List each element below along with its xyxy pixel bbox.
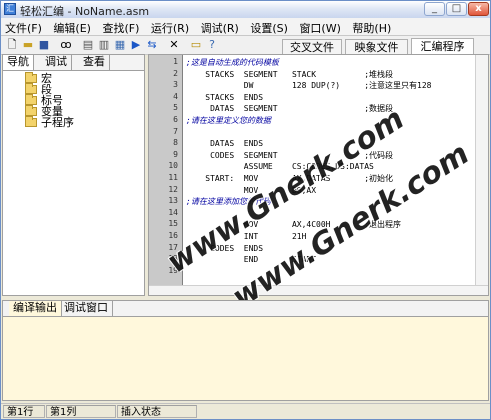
tab-view[interactable]: 查看 bbox=[79, 55, 110, 70]
code-line: DW 128 DUP(?) ;注意这里只有128 bbox=[186, 81, 432, 91]
line-number: 6 bbox=[173, 115, 178, 124]
window-title: 轻松汇编 - NoName.asm bbox=[20, 5, 150, 18]
copy-icon[interactable]: ▥ bbox=[97, 38, 111, 52]
folder-icon bbox=[25, 72, 37, 83]
line-number: 3 bbox=[173, 80, 178, 90]
symbol-tree: 宏 段 标号 变量 子程序 bbox=[25, 72, 74, 128]
line-number: 12 bbox=[168, 184, 178, 194]
binoculars-icon[interactable]: ꝏ bbox=[59, 38, 73, 52]
tab-compile-output[interactable]: 编译输出 bbox=[9, 301, 62, 316]
menu-bar: 文件(F) 编辑(E) 查找(F) 运行(R) 调试(R) 设置(S) 窗口(W… bbox=[1, 18, 490, 36]
menu-settings[interactable]: 设置(S) bbox=[246, 18, 292, 35]
code-line: STACKS SEGMENT STACK ;堆栈段 bbox=[186, 69, 394, 79]
code-line: DATAS SEGMENT ;数据段 bbox=[186, 104, 394, 114]
line-number: 15 bbox=[168, 219, 178, 229]
status-row: 第1行 bbox=[3, 405, 45, 418]
run-icon[interactable]: ▶ bbox=[129, 38, 143, 52]
line-number: 4 bbox=[173, 91, 178, 101]
status-bar: 第1行 第1列 插入状态 bbox=[1, 403, 490, 419]
line-number: 14 bbox=[168, 207, 178, 217]
folder-icon bbox=[25, 116, 37, 127]
minimize-button[interactable]: _ bbox=[424, 2, 445, 16]
compile-icon[interactable]: ▦ bbox=[113, 38, 127, 52]
line-number: 1 bbox=[173, 57, 178, 66]
line-number: 13 bbox=[168, 196, 178, 206]
folder-icon bbox=[25, 94, 37, 105]
navigation-tabs: 导航 调试 查看 bbox=[3, 55, 144, 71]
line-number: 10 bbox=[168, 161, 178, 171]
tree-item-subroutine[interactable]: 子程序 bbox=[25, 116, 74, 128]
output-tabs: 编译输出 调试窗口 bbox=[3, 301, 488, 317]
tools-icon[interactable]: ✕ bbox=[167, 38, 181, 52]
line-number: 8 bbox=[173, 138, 178, 148]
new-file-icon[interactable]: 🗋 bbox=[5, 38, 19, 52]
save-icon[interactable]: ■ bbox=[37, 38, 51, 52]
line-number: 9 bbox=[173, 149, 178, 159]
menu-window[interactable]: 窗口(W) bbox=[295, 18, 344, 35]
navigation-panel: 导航 调试 查看 宏 段 标号 变量 子程序 bbox=[2, 54, 145, 296]
tab-debug[interactable]: 调试 bbox=[41, 55, 72, 70]
line-number: 7 bbox=[173, 126, 178, 136]
status-column: 第1列 bbox=[46, 405, 116, 418]
output-panel: 编译输出 调试窗口 bbox=[2, 300, 489, 401]
app-window: 汇 轻松汇编 - NoName.asm _ □ x 文件(F) 编辑(E) 查找… bbox=[0, 0, 491, 420]
code-line: ;这是自动生成的代码模板 bbox=[186, 58, 279, 67]
open-folder-icon[interactable]: ▬ bbox=[21, 38, 35, 52]
folder-icon bbox=[25, 83, 37, 94]
line-number: 16 bbox=[168, 231, 178, 240]
code-line: DATAS ENDS bbox=[186, 139, 264, 149]
help-icon[interactable]: ? bbox=[205, 38, 219, 52]
close-button[interactable]: x bbox=[468, 2, 489, 16]
menu-find[interactable]: 查找(F) bbox=[98, 18, 143, 35]
menu-help[interactable]: 帮助(H) bbox=[348, 18, 395, 35]
maximize-button[interactable]: □ bbox=[446, 2, 467, 16]
code-line: ;请在这里定义您的数据 bbox=[186, 116, 271, 125]
menu-run[interactable]: 运行(R) bbox=[147, 18, 193, 35]
line-number: 5 bbox=[173, 103, 178, 113]
horizontal-scrollbar[interactable] bbox=[149, 285, 488, 295]
title-bar: 汇 轻松汇编 - NoName.asm _ □ x bbox=[1, 1, 490, 19]
app-icon: 汇 bbox=[4, 3, 16, 15]
menu-edit[interactable]: 编辑(E) bbox=[49, 18, 95, 35]
tab-navigation[interactable]: 导航 bbox=[3, 55, 34, 70]
tab-debug-window[interactable]: 调试窗口 bbox=[60, 301, 113, 316]
line-number: 11 bbox=[168, 173, 178, 182]
status-mode: 插入状态 bbox=[117, 405, 197, 418]
code-line: STACKS ENDS bbox=[186, 92, 264, 102]
folder-icon bbox=[25, 105, 37, 116]
vertical-scrollbar[interactable] bbox=[475, 55, 488, 287]
comment-icon[interactable]: ▭ bbox=[189, 38, 203, 52]
debug-icon[interactable]: ⇆ bbox=[145, 38, 159, 52]
menu-debug[interactable]: 调试(R) bbox=[197, 18, 243, 35]
menu-file[interactable]: 文件(F) bbox=[1, 18, 46, 35]
line-number: 2 bbox=[173, 68, 178, 78]
document-icon[interactable]: ▤ bbox=[81, 38, 95, 52]
